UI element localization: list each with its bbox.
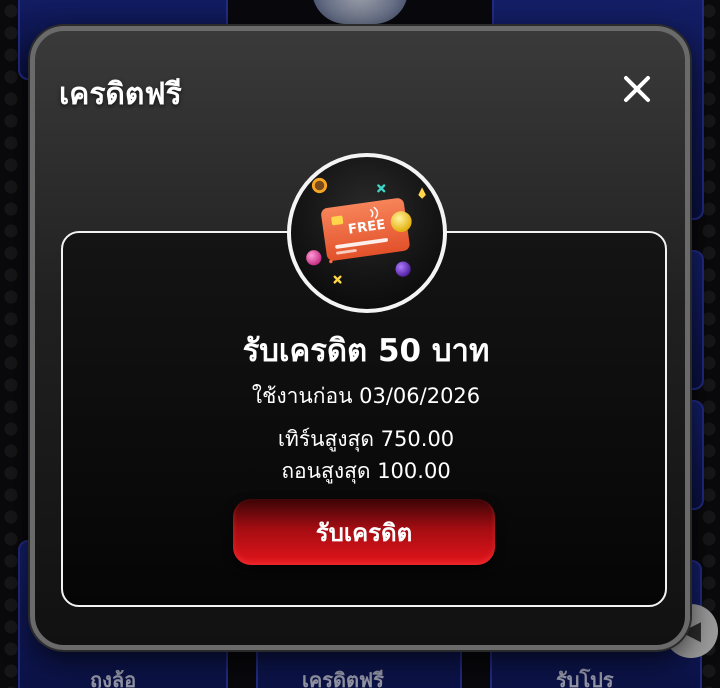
offer-badge: FREE <box>287 153 447 313</box>
offer-max-turnover: เทิร์นสูงสุด 750.00 <box>277 427 455 451</box>
close-icon <box>624 76 650 102</box>
modal-title: เครดิตฟรี <box>59 77 182 112</box>
claim-credit-button[interactable]: รับเครดิต <box>233 499 495 565</box>
free-credit-card-icon: FREE <box>306 177 426 284</box>
offer-expiry: ใช้งานก่อน 03/06/2026 <box>251 384 481 408</box>
free-credit-modal: เครดิตฟรี รับเครดิต 50 บาท ใช้งานก่อน 03… <box>30 26 690 650</box>
close-button[interactable] <box>617 69 657 109</box>
offer-title: รับเครดิต 50 บาท <box>242 333 490 369</box>
offer-max-withdraw: ถอนสูงสุด 100.00 <box>281 459 451 483</box>
